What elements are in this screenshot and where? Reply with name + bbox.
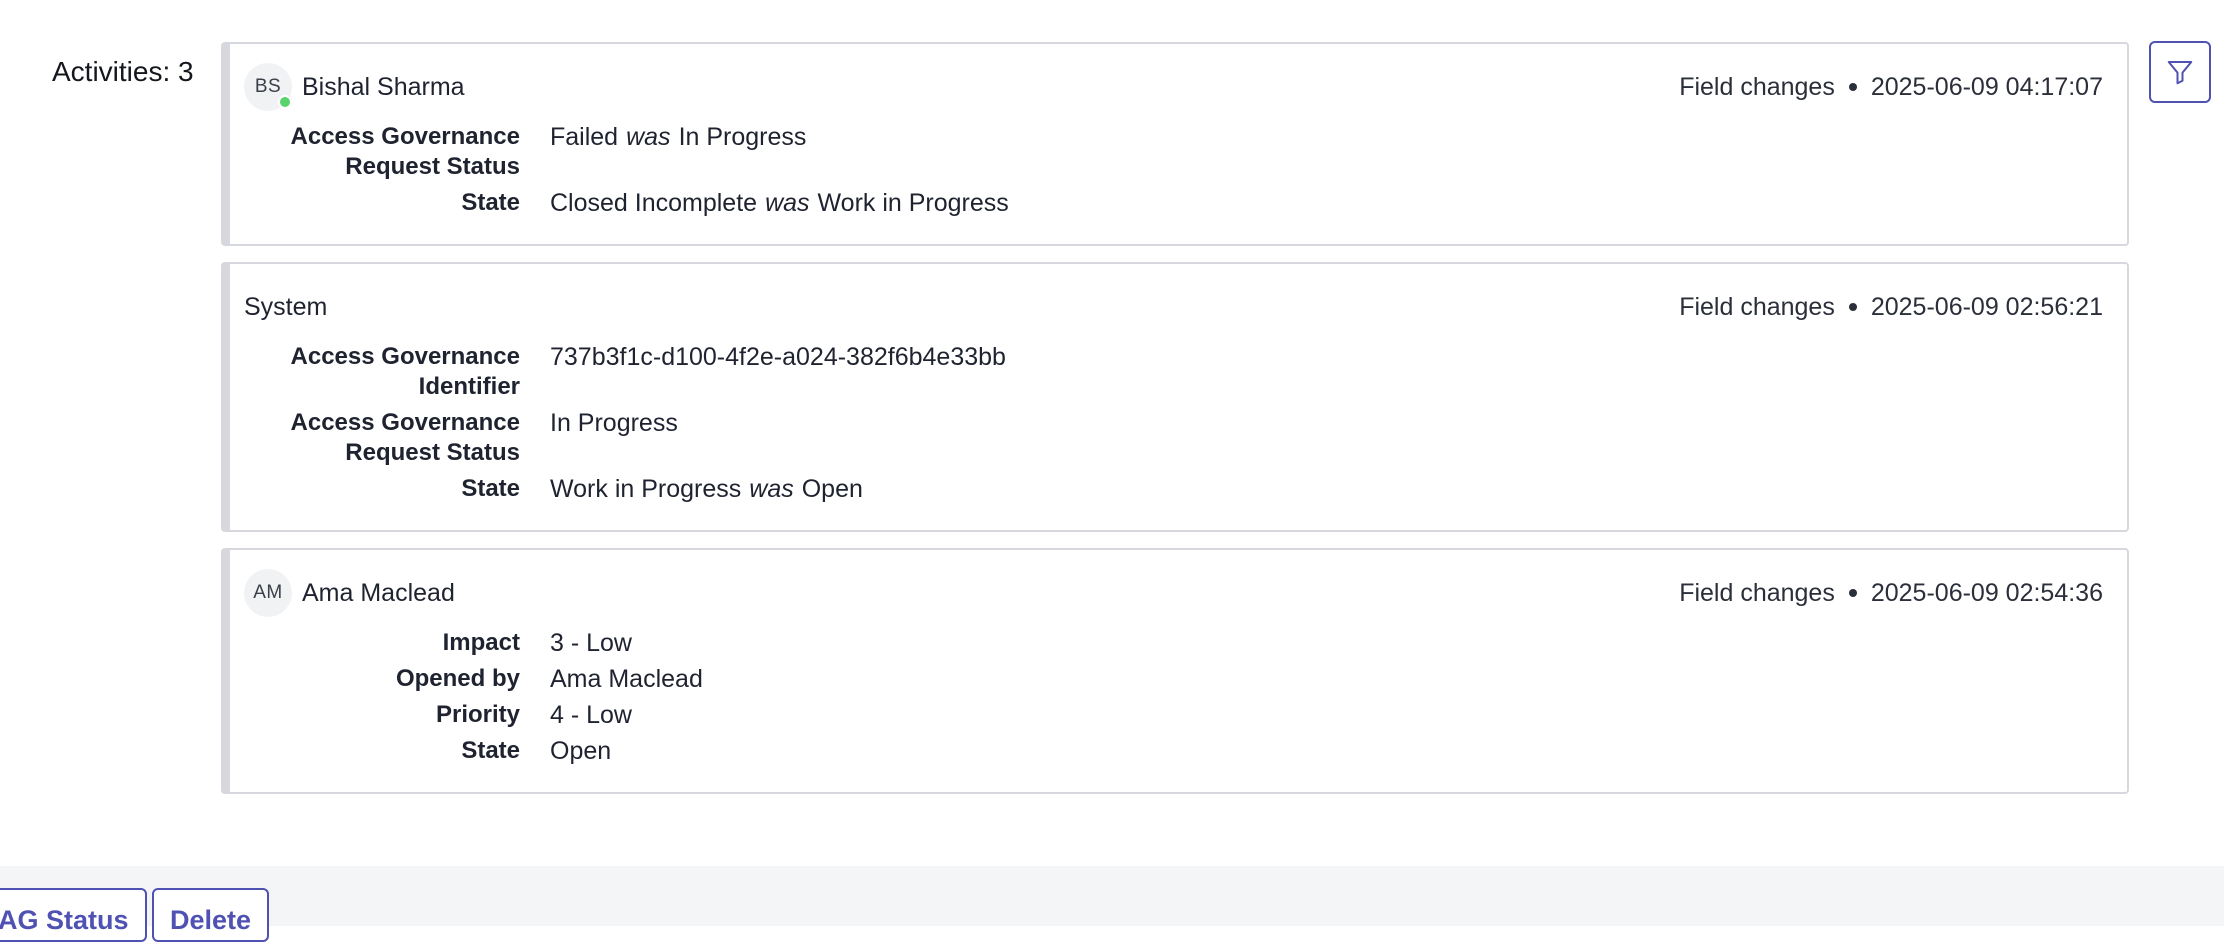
field-old-value: Work in Progress — [817, 189, 1009, 217]
was-label: was — [765, 189, 810, 217]
field-old-value: Open — [801, 475, 863, 503]
activity-timestamp: 2025-06-09 04:17:07 — [1870, 72, 2103, 101]
field-changes: Impact 3 - Low Opened by Ama Maclead Pri… — [244, 628, 2103, 766]
field-value: Failed was In Progress — [550, 122, 806, 152]
avatar-initials: BS — [254, 76, 282, 97]
field-value: In Progress — [550, 408, 678, 438]
delete-button[interactable]: Delete — [152, 888, 270, 942]
avatar[interactable]: AM — [244, 569, 292, 617]
bullet-separator — [1848, 83, 1857, 91]
form-footer: AG Status Delete — [0, 866, 2224, 942]
field-label: State — [244, 736, 520, 766]
field-new-value: 737b3f1c-d100-4f2e-a024-382f6b4e33bb — [550, 343, 1006, 371]
field-change-row: Priority 4 - Low — [244, 700, 2103, 730]
avatar-initials: AM — [253, 582, 283, 603]
field-label: Impact — [244, 628, 520, 658]
field-change-row: State Open — [244, 736, 2103, 766]
activities-count: Activities: 3 — [52, 56, 194, 87]
field-label-line: Access Governance — [290, 343, 520, 370]
activity-timestamp: 2025-06-09 02:56:21 — [1870, 292, 2103, 321]
field-label: Priority — [244, 700, 520, 730]
field-label-line: State — [461, 737, 520, 764]
activity-type: Field changes — [1679, 578, 1835, 607]
field-label-line: Request Status — [345, 153, 520, 180]
field-label-line: Access Governance — [290, 409, 520, 436]
activity-type: Field changes — [1679, 72, 1835, 101]
activity-meta: Field changes 2025-06-09 02:54:36 — [1679, 579, 2103, 608]
field-label-line: Impact — [442, 629, 520, 656]
activity-entry: BS Bishal Sharma Field changes 2025-06-0… — [221, 42, 2129, 246]
field-change-row: State Work in Progress was Open — [244, 474, 2103, 504]
field-new-value: Open — [550, 737, 612, 765]
filter-icon — [2167, 61, 2193, 85]
field-label-line: Opened by — [395, 665, 520, 692]
field-change-row: Impact 3 - Low — [244, 628, 2103, 658]
field-new-value: Failed — [550, 123, 619, 151]
filter-button[interactable] — [2149, 41, 2211, 103]
activity-feed: BS Bishal Sharma Field changes 2025-06-0… — [221, 42, 2129, 810]
field-changes: Access Governance Identifier 737b3f1c-d1… — [244, 342, 2103, 504]
field-label-line: Priority — [435, 701, 520, 728]
was-label: was — [749, 475, 794, 503]
field-change-row: Opened by Ama Maclead — [244, 664, 2103, 694]
activity-entry-header: BS Bishal Sharma Field changes 2025-06-0… — [244, 62, 2103, 112]
activity-author[interactable]: Ama Maclead — [302, 579, 455, 608]
field-label-line: Identifier — [418, 373, 520, 400]
field-new-value: Work in Progress — [550, 475, 742, 503]
activity-author: System — [244, 292, 328, 321]
field-old-value: In Progress — [678, 123, 807, 151]
field-label-line: State — [461, 475, 520, 502]
field-change-row: Access Governance Request Status Failed w… — [244, 122, 2103, 182]
field-value: Open — [550, 736, 611, 766]
activity-author[interactable]: Bishal Sharma — [302, 73, 465, 102]
bullet-separator — [1848, 303, 1857, 311]
field-label-line: Access Governance — [290, 123, 520, 150]
activity-entry: System Field changes 2025-06-09 02:56:21… — [221, 262, 2129, 532]
field-label: State — [244, 474, 520, 504]
activity-meta: Field changes 2025-06-09 02:56:21 — [1679, 293, 2103, 322]
field-label: Access Governance Request Status — [244, 122, 520, 182]
field-value: Closed Incomplete was Work in Progress — [550, 188, 1009, 218]
field-new-value: 3 - Low — [550, 629, 632, 657]
field-new-value: In Progress — [550, 409, 678, 437]
field-label: State — [244, 188, 520, 218]
field-new-value: Closed Incomplete — [550, 189, 758, 217]
field-new-value: 4 - Low — [550, 701, 632, 729]
activity-type: Field changes — [1679, 292, 1835, 321]
activity-entry-header: AM Ama Maclead Field changes 2025-06-09 … — [244, 568, 2103, 618]
field-value: 3 - Low — [550, 628, 632, 658]
field-label: Access Governance Request Status — [244, 408, 520, 468]
bullet-separator — [1848, 589, 1857, 597]
activity-entry-header: System Field changes 2025-06-09 02:56:21 — [244, 282, 2103, 332]
field-value: Ama Maclead — [550, 664, 703, 694]
activity-meta: Field changes 2025-06-09 04:17:07 — [1679, 73, 2103, 102]
presence-online-indicator — [278, 95, 292, 109]
field-value: 737b3f1c-d100-4f2e-a024-382f6b4e33bb — [550, 342, 1006, 372]
field-value: Work in Progress was Open — [550, 474, 863, 504]
field-label: Access Governance Identifier — [244, 342, 520, 402]
was-label: was — [626, 123, 671, 151]
field-value: 4 - Low — [550, 700, 632, 730]
field-change-row: Access Governance Request Status In Prog… — [244, 408, 2103, 468]
ag-status-button[interactable]: AG Status — [0, 888, 147, 942]
field-label: Opened by — [244, 664, 520, 694]
field-changes: Access Governance Request Status Failed w… — [244, 122, 2103, 218]
field-label-line: State — [461, 189, 520, 216]
field-change-row: Access Governance Identifier 737b3f1c-d1… — [244, 342, 2103, 402]
activity-timestamp: 2025-06-09 02:54:36 — [1870, 578, 2103, 607]
avatar[interactable]: BS — [244, 63, 292, 111]
field-new-value: Ama Maclead — [550, 665, 703, 693]
field-label-line: Request Status — [345, 439, 520, 466]
activity-entry: AM Ama Maclead Field changes 2025-06-09 … — [221, 548, 2129, 794]
field-change-row: State Closed Incomplete was Work in Progre… — [244, 188, 2103, 218]
